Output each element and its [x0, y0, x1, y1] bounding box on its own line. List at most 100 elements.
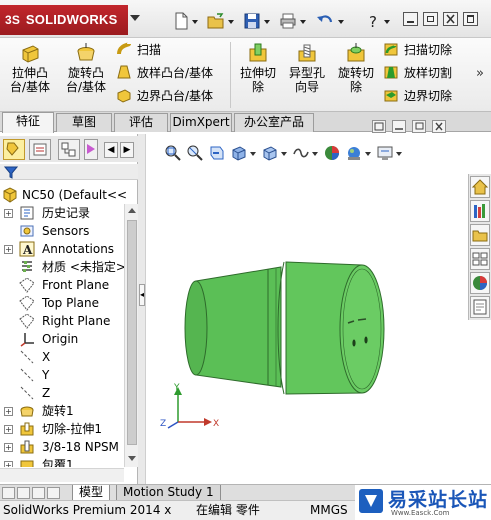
- boundary-cut-button[interactable]: 边界切除: [383, 86, 452, 106]
- tab-evaluate[interactable]: 评估: [114, 113, 168, 132]
- part-model[interactable]: [176, 259, 386, 399]
- tree-item-label: 历史记录: [42, 206, 91, 220]
- doc-minimize-button[interactable]: [392, 120, 406, 133]
- expand-toggle[interactable]: +: [4, 461, 13, 467]
- lofted-boss-button[interactable]: 放样凸台/基体: [116, 63, 213, 83]
- filter-icon[interactable]: [4, 165, 18, 179]
- design-library-icon: [474, 204, 485, 218]
- doc-close-button[interactable]: [432, 120, 446, 133]
- tab-model[interactable]: 模型: [72, 485, 111, 501]
- tree-horizontal-scrollbar[interactable]: [0, 468, 124, 482]
- print-icon[interactable]: [279, 12, 297, 30]
- expand-toggle[interactable]: +: [4, 209, 13, 218]
- help-dropdown-icon[interactable]: [384, 20, 390, 24]
- feature-manager-tab[interactable]: [3, 139, 25, 160]
- display-style-dropdown-icon[interactable]: [312, 152, 318, 156]
- expand-toggle[interactable]: +: [4, 425, 13, 434]
- edit-appearance-icon[interactable]: [323, 144, 341, 162]
- open-dropdown-icon[interactable]: [228, 20, 234, 24]
- revolved-boss-button[interactable]: 旋转凸 台/基体: [60, 42, 112, 94]
- expand-toggle[interactable]: +: [4, 407, 13, 416]
- view-orientation-dropdown-icon[interactable]: [281, 152, 287, 156]
- previous-view-icon[interactable]: [208, 144, 226, 162]
- property-manager-tab[interactable]: [29, 139, 51, 160]
- plane-icon: [19, 313, 35, 329]
- scroll-down-icon[interactable]: [128, 456, 136, 461]
- new-dropdown-icon[interactable]: [192, 20, 198, 24]
- tree-vertical-scrollbar[interactable]: [124, 204, 138, 467]
- revolved-cut-button[interactable]: 旋转切 除: [332, 42, 380, 94]
- tab-sketch[interactable]: 草图: [56, 113, 112, 132]
- save-dropdown-icon[interactable]: [264, 20, 270, 24]
- doc-tile-button[interactable]: [372, 120, 386, 133]
- plane-icon: [19, 295, 35, 311]
- hole-feature-icon: [20, 440, 34, 454]
- doc-restore-button[interactable]: [412, 120, 426, 133]
- zoom-to-area-icon[interactable]: [186, 144, 204, 162]
- open-folder-icon[interactable]: [207, 12, 225, 30]
- print-dropdown-icon[interactable]: [300, 20, 306, 24]
- tab-motion-study[interactable]: Motion Study 1: [116, 485, 221, 501]
- panel-scroll-left-button[interactable]: ◀: [104, 142, 118, 158]
- expand-toggle[interactable]: +: [4, 443, 13, 452]
- design-library-tab[interactable]: [470, 200, 490, 222]
- configuration-manager-tab[interactable]: [58, 139, 80, 160]
- section-view-icon[interactable]: [230, 144, 248, 162]
- tab-dimxpert[interactable]: DimXpert: [170, 113, 232, 132]
- view-settings-dropdown-icon[interactable]: [396, 152, 402, 156]
- undo-icon[interactable]: [316, 12, 334, 30]
- more-commands-button[interactable]: »: [476, 66, 484, 81]
- status-units[interactable]: MMGS: [310, 501, 348, 520]
- maximize-button[interactable]: [463, 12, 478, 26]
- tree-item-label: 切除-拉伸1: [42, 422, 102, 436]
- apply-scene-dropdown-icon[interactable]: [365, 152, 371, 156]
- close-button[interactable]: [443, 12, 458, 26]
- panel-scroll-right-button[interactable]: ▶: [120, 142, 134, 158]
- previous-tab-button[interactable]: [17, 487, 30, 499]
- section-view-dropdown-icon[interactable]: [250, 152, 256, 156]
- extruded-boss-button[interactable]: 拉伸凸 台/基体: [4, 42, 56, 94]
- revolved-cut-label-1: 旋转切: [337, 66, 374, 80]
- tree-root[interactable]: NC50 (Default<<: [0, 186, 127, 204]
- extruded-cut-button[interactable]: 拉伸切 除: [234, 42, 282, 94]
- boundary-boss-button[interactable]: 边界凸台/基体: [116, 86, 213, 106]
- swept-cut-button[interactable]: 扫描切除: [383, 40, 452, 60]
- view-settings-icon[interactable]: [376, 144, 394, 162]
- first-tab-button[interactable]: [2, 487, 15, 499]
- appearances-tab[interactable]: [470, 272, 490, 294]
- tab-office-products[interactable]: 办公室产品: [234, 113, 314, 132]
- graphics-area[interactable]: Y X Z: [146, 120, 468, 484]
- view-palette-tab[interactable]: [470, 248, 490, 270]
- scroll-up-icon[interactable]: [128, 208, 136, 213]
- save-icon[interactable]: [243, 12, 261, 30]
- undo-dropdown-icon[interactable]: [338, 20, 344, 24]
- panel-splitter[interactable]: ◂: [138, 134, 146, 484]
- solidworks-resources-tab[interactable]: [470, 176, 490, 198]
- last-tab-button[interactable]: [47, 487, 60, 499]
- tree-item-label: Right Plane: [42, 314, 111, 328]
- file-explorer-tab[interactable]: [470, 224, 490, 246]
- custom-properties-tab[interactable]: [470, 296, 490, 318]
- help-icon[interactable]: ?: [365, 12, 383, 30]
- new-document-icon[interactable]: [172, 12, 190, 30]
- sweep-button[interactable]: 扫描: [116, 40, 161, 60]
- dimxpert-manager-tab[interactable]: [84, 139, 98, 160]
- next-tab-button[interactable]: [32, 487, 45, 499]
- cut-extrude-feature-icon: [20, 422, 34, 436]
- tab-features[interactable]: 特征: [2, 112, 54, 133]
- zoom-to-fit-icon[interactable]: [164, 144, 182, 162]
- collapse-panel-icon[interactable]: ◂: [139, 284, 145, 306]
- restore-button[interactable]: [423, 12, 438, 26]
- expand-toggle[interactable]: +: [4, 245, 13, 254]
- hole-wizard-button[interactable]: 异型孔 向导: [283, 42, 331, 94]
- minimize-icon: [407, 21, 414, 23]
- view-orientation-icon[interactable]: [261, 144, 279, 162]
- apply-scene-icon[interactable]: [345, 144, 363, 162]
- scroll-thumb[interactable]: [127, 220, 137, 445]
- display-style-icon[interactable]: [292, 144, 310, 162]
- solidworks-logo[interactable]: 3S SOLIDWORKS: [0, 5, 128, 35]
- lofted-cut-button[interactable]: 放样切割: [383, 63, 452, 83]
- tree-filter-bar[interactable]: [0, 164, 138, 180]
- menu-expand-icon[interactable]: [130, 15, 140, 21]
- minimize-button[interactable]: [403, 12, 418, 26]
